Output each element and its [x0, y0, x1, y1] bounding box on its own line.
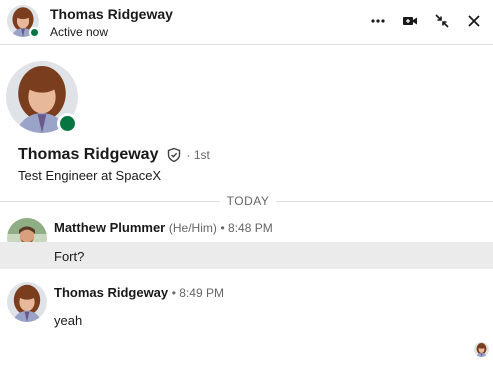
more-horizontal-icon	[371, 19, 385, 23]
verified-shield-icon[interactable]	[166, 147, 182, 163]
sender-name[interactable]: Thomas Ridgeway	[54, 285, 168, 300]
minimize-button[interactable]	[431, 10, 453, 32]
sender-avatar[interactable]	[7, 282, 47, 322]
date-divider-label: TODAY	[220, 194, 276, 208]
profile-name-row: Thomas Ridgeway · 1st	[18, 146, 210, 164]
minimize-icon	[435, 14, 449, 28]
close-button[interactable]	[463, 10, 485, 32]
video-call-icon	[403, 17, 417, 25]
message-text: yeah	[54, 313, 83, 328]
profile-photo	[474, 342, 489, 357]
profile-online-status-dot	[57, 113, 78, 134]
seen-receipt-avatar	[474, 342, 489, 357]
chat-header: Thomas Ridgeway Active now	[0, 0, 493, 45]
profile-name[interactable]: Thomas Ridgeway	[18, 146, 158, 164]
profile-headline: Test Engineer at SpaceX	[18, 168, 162, 183]
close-icon	[468, 15, 480, 27]
profile-photo	[7, 282, 47, 322]
message-timestamp: • 8:48 PM	[220, 221, 273, 235]
header-active-status: Active now	[50, 25, 109, 39]
message-timestamp: • 8:49 PM	[171, 286, 224, 300]
message-sender-row: Matthew Plummer (He/Him) • 8:48 PM	[54, 220, 273, 235]
message-sender-row: Thomas Ridgeway • 8:49 PM	[54, 285, 224, 300]
header-contact-name[interactable]: Thomas Ridgeway	[50, 6, 173, 22]
online-status-dot	[29, 27, 40, 38]
message-text: Fort?	[54, 249, 85, 264]
more-options-button[interactable]	[367, 10, 389, 32]
connection-degree: · 1st	[186, 148, 210, 162]
sender-pronouns: (He/Him)	[168, 221, 217, 235]
sender-name[interactable]: Matthew Plummer	[54, 220, 165, 235]
video-call-button[interactable]	[399, 10, 421, 32]
